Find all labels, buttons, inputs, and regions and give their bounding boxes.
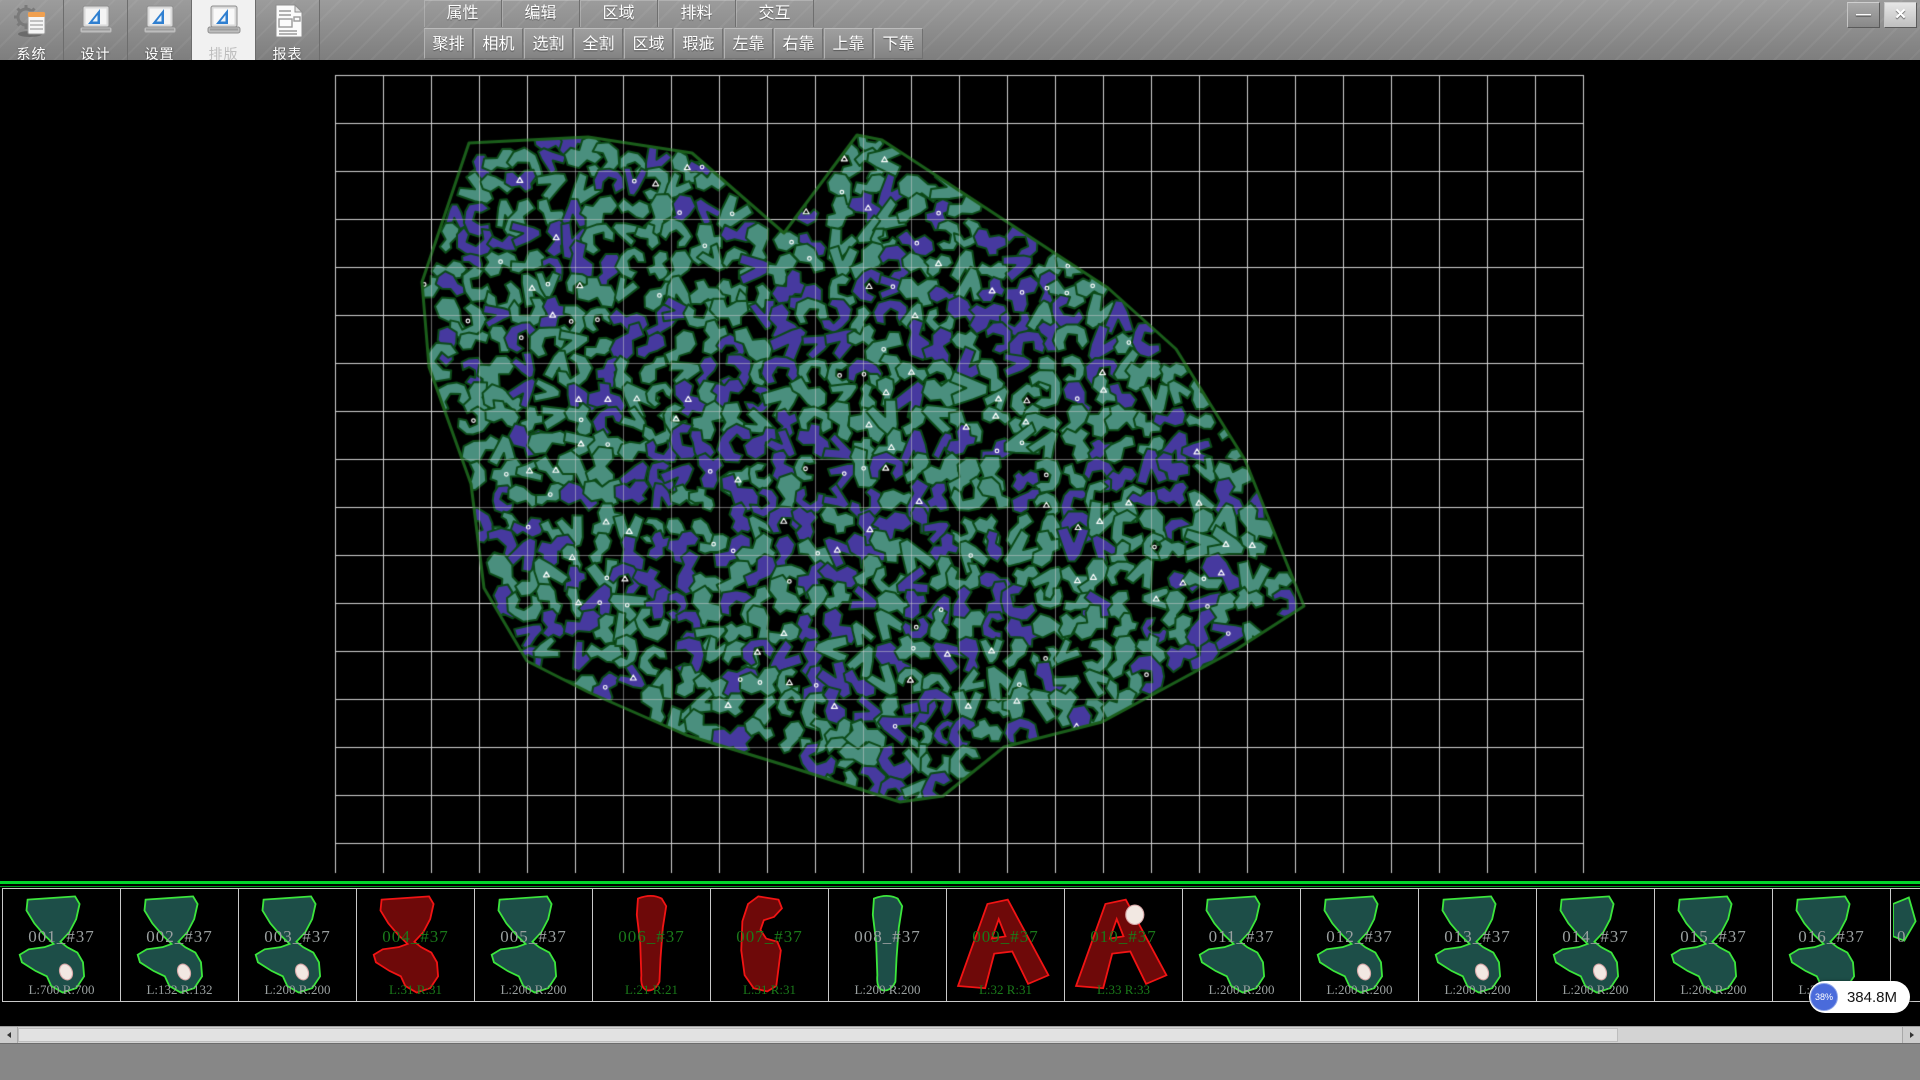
part-lr-label: L:700 R:700 — [3, 982, 120, 998]
part-name-label: 002_#37 — [121, 927, 238, 947]
part-thumbnail[interactable]: 004_#37 L:31 R:31 — [357, 888, 475, 1002]
part-lr-label: L:200 R:200 — [1301, 982, 1418, 998]
part-thumbnail[interactable]: 010_#37 L:33 R:33 — [1065, 888, 1183, 1002]
nesting-canvas[interactable] — [0, 60, 1920, 881]
part-name-label: 015_#37 — [1655, 927, 1772, 947]
tool-button-snap-top[interactable]: 上靠 — [824, 28, 873, 59]
part-thumbnail[interactable]: 011_#37 L:200 R:200 — [1183, 888, 1301, 1002]
scrollbar-thumb[interactable] — [18, 1028, 1618, 1042]
part-name-label: 006_#37 — [593, 927, 710, 947]
scroll-right-button[interactable] — [1902, 1027, 1920, 1043]
nav-tabs: 系统 设计 — [0, 0, 320, 60]
part-name-label: 009_#37 — [947, 927, 1064, 947]
layout-icon — [192, 0, 255, 44]
memory-percent-label: 38% — [1815, 992, 1833, 1002]
memory-size-label: 384.8M — [1847, 989, 1897, 1006]
part-thumbnail[interactable]: 006_#37 L:21 R:21 — [593, 888, 711, 1002]
part-thumbnail[interactable]: 009_#37 L:32 R:31 — [947, 888, 1065, 1002]
part-name-label: 014_#37 — [1537, 927, 1654, 947]
part-name-label: 007_#37 — [711, 927, 828, 947]
part-lr-label: L:21 R:21 — [593, 982, 710, 998]
status-bar — [0, 1043, 1920, 1080]
part-lr-label: L:200 R:200 — [239, 982, 356, 998]
nav-tab-layout[interactable]: 排版 — [192, 0, 256, 60]
horizontal-scrollbar[interactable] — [0, 1026, 1920, 1043]
nav-tab-system[interactable]: 系统 — [0, 0, 64, 60]
settings-icon — [128, 0, 191, 44]
part-thumbnail[interactable]: 002_#37 L:132 R:132 — [121, 888, 239, 1002]
part-thumbnail[interactable]: 014_#37 L:200 R:200 — [1537, 888, 1655, 1002]
part-name-label: 003_#37 — [239, 927, 356, 947]
part-name-label: 001_#37 — [3, 927, 120, 947]
part-thumbnail[interactable]: 007_#37 L:31 R:31 — [711, 888, 829, 1002]
report-icon — [256, 0, 319, 44]
part-name-label: 013_#37 — [1419, 927, 1536, 947]
strip-accent-line-2 — [0, 886, 1920, 887]
part-name-label: 008_#37 — [829, 927, 946, 947]
design-icon — [64, 0, 127, 44]
minimize-button[interactable]: — — [1847, 2, 1880, 28]
part-thumbnail-list: 001_#37L:700 R:700002_#37L:132 R:132003_… — [2, 888, 1920, 1002]
nav-tab-settings[interactable]: 设置 — [128, 0, 192, 60]
app-window: 系统 设计 — [0, 0, 1920, 1080]
toolbar: 系统 设计 — [0, 0, 1920, 61]
close-icon: ✕ — [1894, 6, 1907, 23]
parts-strip: 001_#37L:700 R:700002_#37L:132 R:132003_… — [0, 881, 1920, 1006]
nav-tab-report[interactable]: 报表 — [256, 0, 320, 60]
part-lr-label: L:31 R:31 — [711, 982, 828, 998]
part-thumbnail[interactable]: 001_#37 L:700 R:700 — [2, 888, 121, 1002]
part-name-label: 004_#37 — [357, 927, 474, 947]
nav-tab-design[interactable]: 设计 — [64, 0, 128, 60]
part-lr-label: L:200 R:200 — [1183, 982, 1300, 998]
scroll-left-icon — [5, 1031, 13, 1039]
part-lr-label: L:200 R:200 — [1537, 982, 1654, 998]
minimize-icon: — — [1856, 6, 1871, 23]
part-thumbnail[interactable]: 005_#37 L:200 R:200 — [475, 888, 593, 1002]
part-lr-label: L:32 R:31 — [947, 982, 1064, 998]
memory-percent-circle: 38% — [1810, 983, 1838, 1011]
tool-button-region[interactable]: 区域 — [624, 28, 673, 59]
menu-item-properties[interactable]: 属性 — [424, 0, 502, 27]
menu-area: 属性编辑区域排料交互 聚排相机选割全割区域瑕疵左靠右靠上靠下靠 — [424, 0, 924, 60]
part-lr-label: L:132 R:132 — [121, 982, 238, 998]
part-name-label: 010_#37 — [1065, 927, 1182, 947]
system-gear-icon — [0, 0, 63, 44]
close-button[interactable]: ✕ — [1884, 2, 1917, 28]
part-name-label: 005_#37 — [475, 927, 592, 947]
part-lr-label: L:200 R:200 — [1655, 982, 1772, 998]
part-name-label: 016_#37 — [1773, 927, 1890, 947]
part-lr-label: L:200 R:200 — [1419, 982, 1536, 998]
tool-button-select-cut[interactable]: 选割 — [524, 28, 573, 59]
part-thumbnail[interactable]: 013_#37 L:200 R:200 — [1419, 888, 1537, 1002]
part-lr-label: L:200 R:200 — [829, 982, 946, 998]
menu-item-nesting[interactable]: 排料 — [658, 0, 736, 27]
part-name-label: 011_#37 — [1183, 927, 1300, 947]
menu-item-region[interactable]: 区域 — [580, 0, 658, 27]
part-thumbnail[interactable]: 015_#37 L:200 R:200 — [1655, 888, 1773, 1002]
part-lr-label: L:31 R:31 — [357, 982, 474, 998]
tool-button-snap-right[interactable]: 右靠 — [774, 28, 823, 59]
scroll-right-icon — [1908, 1031, 1916, 1039]
part-lr-label: L:33 R:33 — [1065, 982, 1182, 998]
menu-item-edit[interactable]: 编辑 — [502, 0, 580, 27]
tool-button-camera[interactable]: 相机 — [474, 28, 523, 59]
tool-bar: 聚排相机选割全割区域瑕疵左靠右靠上靠下靠 — [424, 28, 924, 60]
part-name-label: 012_#37 — [1301, 927, 1418, 947]
part-thumbnail[interactable]: 012_#37 L:200 R:200 — [1301, 888, 1419, 1002]
tool-button-defect[interactable]: 瑕疵 — [674, 28, 723, 59]
tool-button-cluster-nest[interactable]: 聚排 — [424, 28, 473, 59]
memory-badge: 38% 384.8M — [1809, 981, 1910, 1013]
menu-bar: 属性编辑区域排料交互 — [424, 0, 924, 27]
part-thumbnail[interactable]: 008_#37 L:200 R:200 — [829, 888, 947, 1002]
part-name-label: 0 — [1891, 927, 1920, 947]
menu-item-interaction[interactable]: 交互 — [736, 0, 814, 27]
window-controls: — ✕ — [1847, 2, 1917, 28]
scroll-left-button[interactable] — [0, 1027, 18, 1043]
part-lr-label: L:200 R:200 — [475, 982, 592, 998]
tool-button-cut-all[interactable]: 全割 — [574, 28, 623, 59]
strip-accent-line — [0, 881, 1920, 884]
tool-button-snap-left[interactable]: 左靠 — [724, 28, 773, 59]
tool-button-snap-bottom[interactable]: 下靠 — [874, 28, 923, 59]
part-thumbnail[interactable]: 003_#37 L:200 R:200 — [239, 888, 357, 1002]
